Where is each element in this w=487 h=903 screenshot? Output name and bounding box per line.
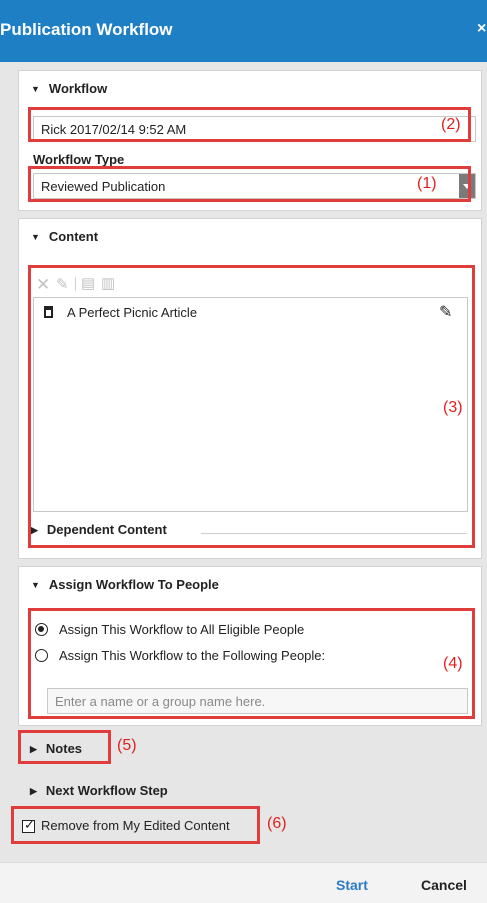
workflow-section-toggle[interactable]: ▼ Workflow xyxy=(31,81,107,96)
caret-right-icon: ▶ xyxy=(31,525,38,535)
caret-down-icon: ▼ xyxy=(31,84,40,94)
paste-icon[interactable]: ▥ xyxy=(101,274,115,292)
dialog-title: Publication Workflow xyxy=(0,20,173,39)
annotation-label-2: (2) xyxy=(441,116,461,133)
next-step-heading: Next Workflow Step xyxy=(45,783,168,798)
annotation-label-1: (1) xyxy=(417,175,437,192)
content-list: A Perfect Picnic Article ✎ xyxy=(33,297,468,512)
caret-down-icon: ▼ xyxy=(31,232,40,242)
content-item-title: A Perfect Picnic Article xyxy=(67,305,198,320)
assign-panel: ▼ Assign Workflow To People Assign This W… xyxy=(18,566,482,726)
workflow-type-select[interactable]: Reviewed Publication xyxy=(33,173,476,199)
toolbar-divider xyxy=(75,277,76,291)
start-button[interactable]: Start xyxy=(336,877,368,893)
remove-checkbox[interactable]: ✓ xyxy=(22,817,35,833)
list-item[interactable]: A Perfect Picnic Article ✎ xyxy=(34,298,467,326)
dependent-content-toggle[interactable]: ▶ Dependent Content xyxy=(31,522,167,537)
document-icon xyxy=(44,306,53,318)
caret-right-icon: ▶ xyxy=(30,744,37,754)
dependent-content-heading: Dependent Content xyxy=(46,522,167,537)
content-panel: ▼ Content ✕ ✎ ▤ ▥ A Perfect Picnic Articl… xyxy=(18,218,482,559)
workflow-name-input[interactable]: Rick 2017/02/14 9:52 AM xyxy=(33,116,476,142)
assign-following-radio[interactable] xyxy=(35,649,48,662)
content-section-toggle[interactable]: ▼ Content xyxy=(31,229,98,244)
delete-icon[interactable]: ✕ xyxy=(36,275,50,295)
assign-heading: Assign Workflow To People xyxy=(48,577,219,592)
assign-following-label: Assign This Workflow to the Following Pe… xyxy=(59,648,326,663)
workflow-panel: ▼ Workflow Rick 2017/02/14 9:52 AM Workfl… xyxy=(18,70,482,211)
notes-toggle[interactable]: ▶ Notes xyxy=(30,741,82,756)
assign-section-toggle[interactable]: ▼ Assign Workflow To People xyxy=(31,577,219,592)
next-step-toggle[interactable]: ▶ Next Workflow Step xyxy=(30,783,168,798)
caret-right-icon: ▶ xyxy=(30,786,37,796)
annotation-label-4: (4) xyxy=(443,655,463,672)
notes-heading: Notes xyxy=(45,741,83,756)
caret-down-icon: ▼ xyxy=(31,580,40,590)
dialog-footer: Start Cancel xyxy=(0,862,487,903)
content-heading: Content xyxy=(48,229,99,244)
dropdown-arrow-icon[interactable] xyxy=(459,174,475,198)
people-input-placeholder: Enter a name or a group name here. xyxy=(55,694,266,709)
pencil-icon[interactable]: ✎ xyxy=(439,302,452,322)
dialog-titlebar: Publication Workflow × xyxy=(0,0,487,62)
assign-all-radio[interactable] xyxy=(35,623,48,636)
copy-icon[interactable]: ▤ xyxy=(81,274,95,292)
annotation-label-6: (6) xyxy=(267,815,287,832)
remove-label: Remove from My Edited Content xyxy=(41,818,230,833)
dependent-divider xyxy=(201,533,467,534)
checkmark-icon: ✓ xyxy=(24,817,35,832)
cancel-button[interactable]: Cancel xyxy=(421,877,467,893)
edit-icon[interactable]: ✎ xyxy=(56,275,69,293)
annotation-label-5: (5) xyxy=(117,737,137,754)
people-input[interactable]: Enter a name or a group name here. xyxy=(47,688,468,714)
workflow-type-value: Reviewed Publication xyxy=(41,179,166,194)
close-icon[interactable]: × xyxy=(477,20,486,38)
workflow-heading: Workflow xyxy=(48,81,108,96)
workflow-type-label: Workflow Type xyxy=(33,152,125,167)
assign-all-label: Assign This Workflow to All Eligible Peo… xyxy=(59,622,305,637)
annotation-label-3: (3) xyxy=(443,399,463,416)
